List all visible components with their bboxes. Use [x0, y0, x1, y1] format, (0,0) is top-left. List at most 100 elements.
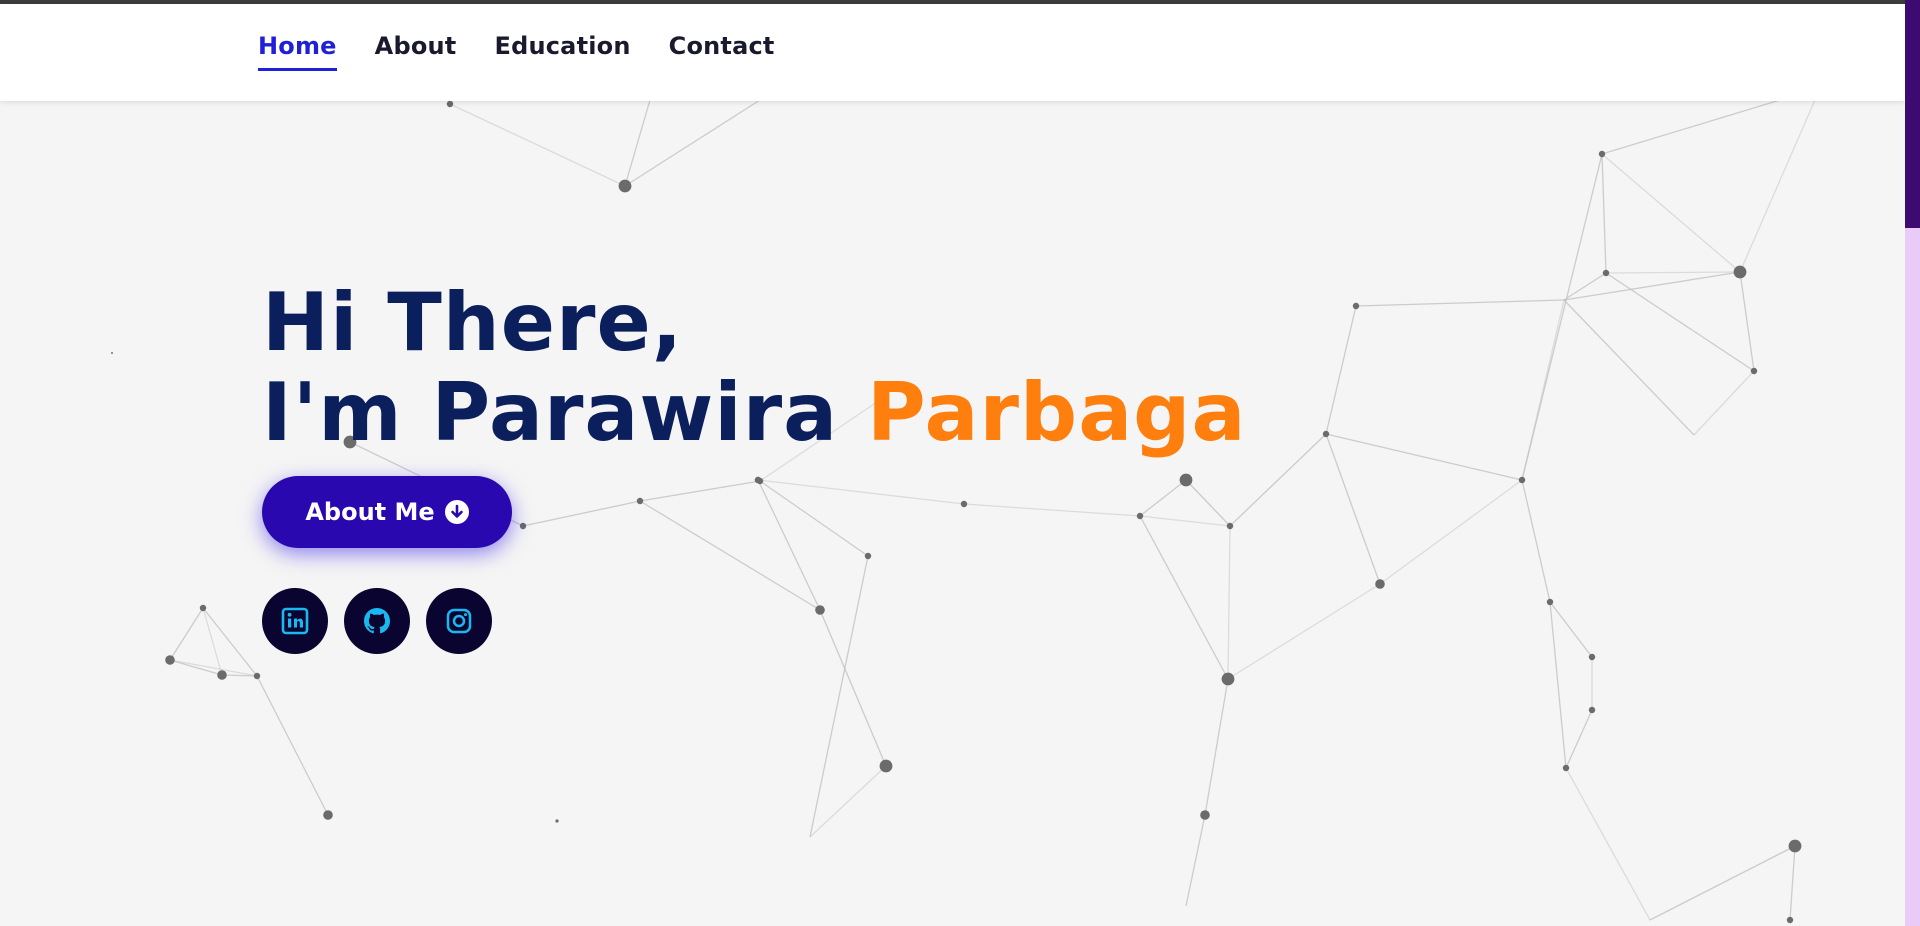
nav-links: Home About Education Contact — [258, 32, 775, 71]
particle-node — [323, 810, 333, 820]
particle-node — [1136, 512, 1144, 520]
hero-name-highlight: Parbaga — [867, 366, 1247, 459]
particle-node — [815, 605, 825, 615]
hero-greeting: Hi There, — [262, 276, 684, 369]
instagram-button[interactable] — [426, 588, 492, 654]
particle-node — [253, 672, 261, 680]
particle-node — [1788, 839, 1802, 853]
particle-link — [1601, 99, 1781, 155]
particle-node — [199, 604, 207, 612]
particle-link — [639, 480, 761, 502]
particle-link — [1605, 271, 1741, 274]
particle-link — [1649, 845, 1796, 921]
nav-about[interactable]: About — [375, 32, 457, 71]
scrollbar-thumb[interactable] — [1905, 0, 1920, 228]
particle-node — [1786, 916, 1794, 924]
particle-network-background — [111, 99, 1816, 924]
particle-link — [169, 659, 258, 677]
particle-node — [1375, 579, 1385, 589]
particle-node — [618, 179, 632, 193]
particle-node — [1588, 653, 1596, 661]
particle-link — [202, 607, 258, 677]
particle-link — [1739, 99, 1816, 273]
particle-link — [256, 675, 329, 816]
particle-link — [202, 607, 223, 676]
particle-link — [639, 500, 821, 611]
particle-link — [1325, 433, 1523, 481]
instagram-icon — [446, 608, 472, 634]
particle-link — [449, 103, 626, 187]
particle-link — [809, 765, 887, 838]
particle-link — [1601, 153, 1741, 273]
scrollbar[interactable] — [1905, 0, 1920, 926]
particle-node — [446, 100, 454, 108]
particle-link — [1227, 525, 1231, 680]
particle-node — [879, 759, 893, 773]
particle-node — [519, 522, 527, 530]
particle-node — [636, 497, 644, 505]
nav-home[interactable]: Home — [258, 32, 337, 71]
particle-node — [1750, 367, 1758, 375]
particle-node — [1733, 265, 1747, 279]
about-me-button[interactable]: About Me — [262, 476, 512, 548]
about-me-button-label: About Me — [305, 498, 435, 526]
particle-link — [1227, 583, 1381, 680]
particle-node — [165, 655, 175, 665]
nav-education[interactable]: Education — [494, 32, 630, 71]
linkedin-icon — [281, 607, 309, 635]
particle-node — [754, 476, 762, 484]
particle-node — [1602, 269, 1610, 277]
particle-node — [1598, 150, 1606, 158]
particle-link — [624, 99, 761, 187]
particle-link — [1521, 299, 1565, 481]
particle-node — [1221, 672, 1235, 686]
particle-link — [1325, 433, 1381, 585]
hero-intro: I'm Parawira — [262, 366, 839, 459]
particle-link — [1563, 271, 1741, 301]
hero-intro-line: I'm Parawira Parbaga — [262, 368, 1246, 458]
particle-node — [111, 352, 113, 354]
particle-link — [1185, 479, 1231, 527]
social-links — [262, 588, 492, 654]
particle-link — [1139, 479, 1187, 517]
particle-node — [1200, 810, 1210, 820]
particle-link — [1521, 479, 1551, 603]
particle-link — [1789, 845, 1796, 921]
particle-link — [1355, 299, 1565, 307]
nav-contact[interactable]: Contact — [669, 32, 775, 71]
particle-link — [1549, 601, 1567, 769]
particle-link — [1185, 814, 1206, 907]
particle-node — [1546, 598, 1554, 606]
github-button[interactable] — [344, 588, 410, 654]
particle-node — [1322, 430, 1330, 438]
particle-link — [1563, 272, 1607, 301]
navbar: Home About Education Contact — [0, 4, 1905, 101]
particle-link — [963, 503, 1141, 517]
particle-link — [1565, 767, 1651, 921]
particle-node — [1562, 764, 1570, 772]
particle-link — [1325, 305, 1357, 435]
particle-link — [1204, 678, 1229, 816]
arrow-down-circle-icon — [444, 500, 469, 524]
particle-link — [809, 555, 869, 838]
particle-link — [1139, 515, 1229, 680]
particle-node — [1226, 522, 1234, 530]
particle-link — [1693, 370, 1755, 436]
particle-link — [1601, 153, 1607, 274]
particle-node — [217, 670, 227, 680]
particle-node — [1352, 302, 1360, 310]
particle-node — [555, 819, 559, 823]
particle-node — [1518, 476, 1526, 484]
particle-link — [1565, 709, 1593, 769]
linkedin-button[interactable] — [262, 588, 328, 654]
particle-node — [1588, 706, 1596, 714]
particle-link — [169, 607, 204, 661]
particle-node — [1179, 473, 1193, 487]
particle-node — [864, 552, 872, 560]
particle-link — [1563, 299, 1695, 436]
particle-link — [1739, 271, 1755, 372]
hero-heading: Hi There, I'm Parawira Parbaga — [262, 278, 1246, 458]
particle-link — [1605, 272, 1755, 372]
particle-link — [1139, 515, 1231, 527]
particle-link — [1549, 601, 1593, 658]
